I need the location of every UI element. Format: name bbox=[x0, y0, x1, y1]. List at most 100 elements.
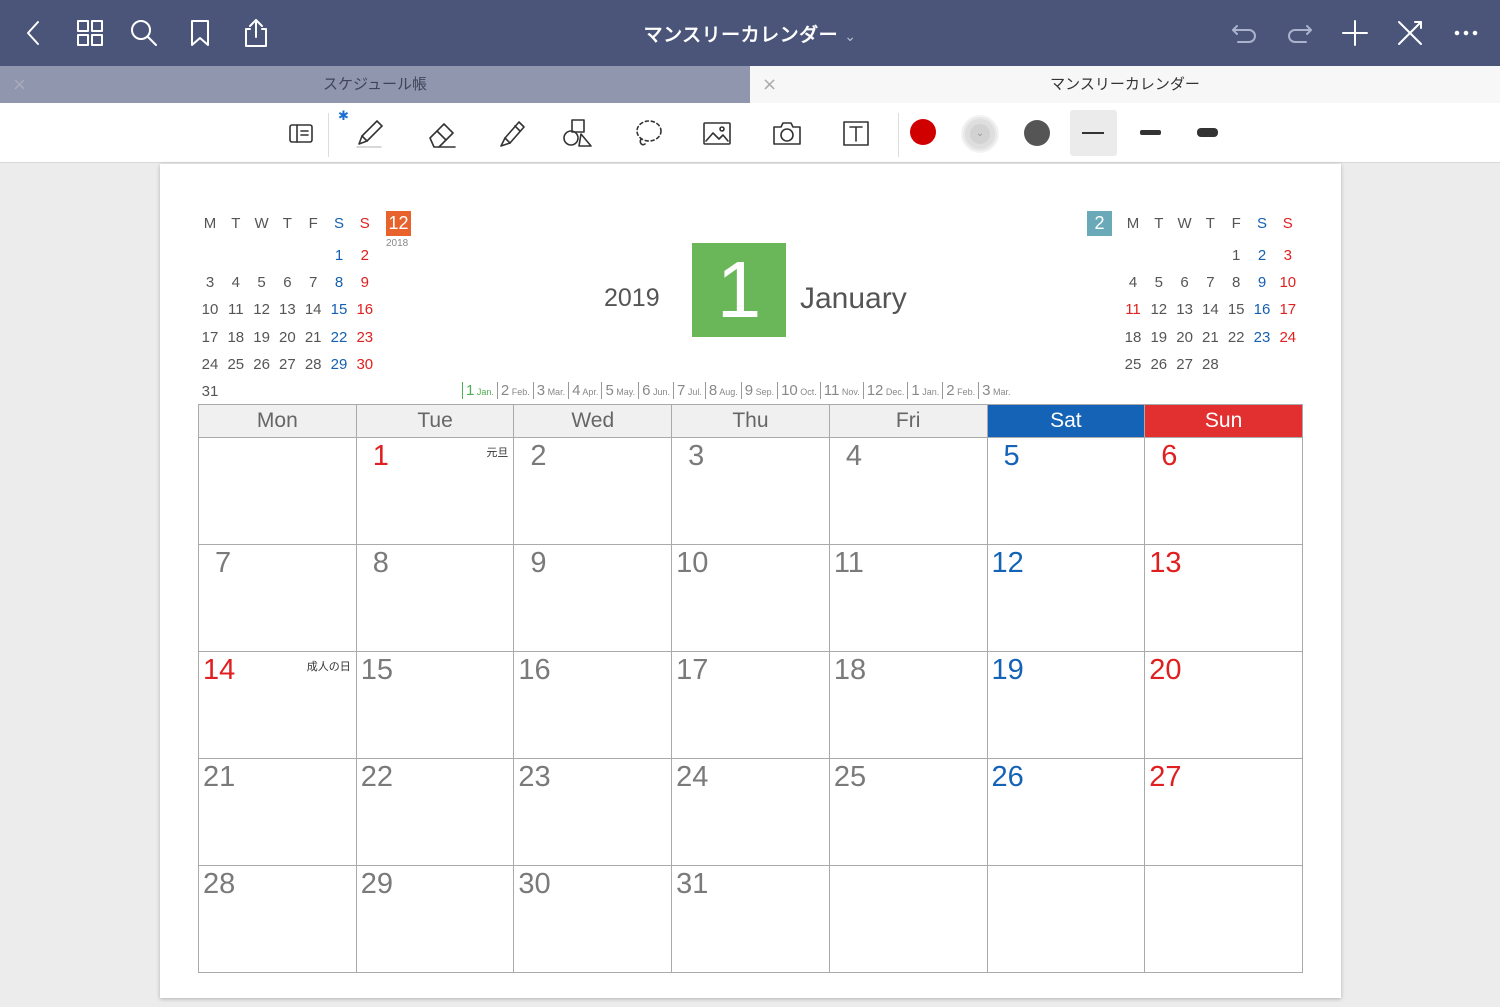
tab-monthly-calendar[interactable]: × マンスリーカレンダー bbox=[750, 66, 1500, 103]
month-nav-item[interactable]: 2 Feb. bbox=[496, 382, 533, 399]
calendar-day-cell[interactable]: 23 bbox=[513, 758, 673, 866]
monthly-calendar-grid: Mon Tue Wed Thu Fri Sat Sun 1 元旦 2 3 4 5 6 7 8 9 10 11 12 1… bbox=[198, 404, 1303, 973]
month-nav-item[interactable]: 8 Aug. bbox=[704, 382, 741, 399]
calendar-day-cell[interactable] bbox=[828, 865, 988, 973]
tools-close-icon[interactable] bbox=[1394, 16, 1426, 50]
month-nav-item[interactable]: 1 Jan. bbox=[907, 382, 943, 399]
calendar-day-cell[interactable]: 14 成人の日 bbox=[198, 651, 357, 759]
calendar-day-cell[interactable]: 6 bbox=[1144, 437, 1303, 545]
mini-weekday-letter: T bbox=[231, 215, 241, 232]
pen-tool-icon[interactable] bbox=[348, 113, 392, 153]
calendar-day-cell[interactable]: 3 bbox=[671, 437, 830, 545]
shapes-tool-icon[interactable] bbox=[556, 113, 600, 153]
medium-stroke-option[interactable] bbox=[1140, 130, 1161, 135]
month-nav-item[interactable]: 1 Jan. bbox=[462, 382, 497, 399]
month-nav-item[interactable]: 11 Nov. bbox=[819, 382, 863, 399]
read-only-mode-icon[interactable] bbox=[278, 113, 322, 153]
weekday-header-tue: Tue bbox=[355, 404, 515, 438]
camera-icon[interactable] bbox=[765, 113, 809, 153]
calendar-day-cell[interactable]: 26 bbox=[986, 758, 1146, 866]
mini-weekday-letter: W bbox=[254, 215, 269, 232]
mini-calendar-day: 25 bbox=[227, 355, 245, 373]
weekday-header-mon: Mon bbox=[198, 404, 357, 438]
tab-schedule-book[interactable]: × スケジュール帳 bbox=[0, 66, 750, 103]
month-nav-number: 1 bbox=[911, 382, 920, 399]
calendar-day-cell[interactable]: 21 bbox=[198, 758, 357, 866]
calendar-day-cell[interactable]: 8 bbox=[355, 544, 515, 652]
calendar-day-cell[interactable]: 18 bbox=[828, 651, 988, 759]
month-nav-item[interactable]: 10 Oct. bbox=[777, 382, 820, 399]
thin-stroke-option-selected[interactable] bbox=[1070, 110, 1117, 156]
mini-weekday-letter: M bbox=[1126, 215, 1140, 232]
calendar-day-cell[interactable] bbox=[986, 865, 1146, 973]
calendar-day-cell[interactable]: 30 bbox=[513, 865, 673, 973]
tab-close-icon[interactable]: × bbox=[762, 66, 777, 103]
calendar-day-cell[interactable]: 25 bbox=[828, 758, 988, 866]
calendar-day-cell[interactable]: 12 bbox=[986, 544, 1146, 652]
month-nav-item[interactable]: 7 Jul. bbox=[672, 382, 705, 399]
month-nav-item[interactable]: 2 Feb. bbox=[942, 382, 979, 399]
day-number: 10 bbox=[676, 547, 709, 579]
calendar-day-cell[interactable]: 28 bbox=[198, 865, 357, 973]
highlighter-tool-icon[interactable] bbox=[490, 113, 534, 153]
calendar-day-cell[interactable]: 20 bbox=[1144, 651, 1303, 759]
mini-calendar-day: 11 bbox=[1125, 301, 1141, 319]
weekday-header-wed: Wed bbox=[513, 404, 673, 438]
mini-weekday-letter: T bbox=[1205, 215, 1215, 232]
tab-close-icon[interactable]: × bbox=[12, 66, 27, 103]
calendar-day-cell[interactable] bbox=[1144, 865, 1303, 973]
month-nav-item[interactable]: 9 Sep. bbox=[740, 382, 778, 399]
calendar-day-cell[interactable]: 16 bbox=[513, 651, 673, 759]
month-nav-item[interactable]: 3 Mar. bbox=[978, 382, 1014, 399]
mini-calendar-day: 5 bbox=[257, 274, 266, 292]
calendar-day-cell[interactable]: 27 bbox=[1144, 758, 1303, 866]
month-nav-item[interactable]: 12 Dec. bbox=[862, 382, 908, 399]
top-navigation-bar: マンスリーカレンダー ⌄ bbox=[0, 0, 1500, 66]
month-nav-item[interactable]: 3 Mar. bbox=[532, 382, 569, 399]
calendar-page[interactable]: M T W T F S S 1 2 3 4 5 6 7 8 9 10 11 12 13 14 15 16 17 18 19 20 21… bbox=[160, 164, 1341, 998]
gray-color-swatch[interactable] bbox=[1024, 120, 1050, 146]
mini-calendar-day: 13 bbox=[279, 301, 296, 319]
month-nav-item[interactable]: 6 Jun. bbox=[638, 382, 673, 399]
day-number: 20 bbox=[1149, 654, 1182, 686]
calendar-day-cell[interactable]: 24 bbox=[671, 758, 830, 866]
more-options-icon[interactable] bbox=[1450, 16, 1482, 50]
calendar-day-cell[interactable]: 22 bbox=[355, 758, 515, 866]
mini-calendar-day: 26 bbox=[253, 355, 270, 373]
calendar-day-cell[interactable]: 4 bbox=[828, 437, 988, 545]
weekday-header-thu: Thu bbox=[671, 404, 830, 438]
calendar-day-cell[interactable]: 17 bbox=[671, 651, 830, 759]
day-number: 16 bbox=[518, 654, 551, 686]
document-title[interactable]: マンスリーカレンダー ⌄ bbox=[0, 20, 1500, 47]
calendar-day-cell[interactable]: 31 bbox=[671, 865, 830, 973]
red-color-swatch[interactable] bbox=[910, 119, 936, 145]
calendar-day-cell[interactable]: 11 bbox=[828, 544, 988, 652]
lasso-tool-icon[interactable] bbox=[626, 113, 670, 153]
selected-color-swatch[interactable]: ⌄ bbox=[961, 115, 999, 153]
redo-icon[interactable] bbox=[1284, 16, 1316, 50]
calendar-day-cell[interactable]: 13 bbox=[1144, 544, 1303, 652]
thick-stroke-option[interactable] bbox=[1197, 128, 1218, 137]
calendar-day-cell[interactable]: 5 bbox=[986, 437, 1146, 545]
calendar-day-cell[interactable]: 19 bbox=[986, 651, 1146, 759]
undo-icon[interactable] bbox=[1228, 16, 1260, 50]
mini-calendar-day: 5 bbox=[1154, 274, 1163, 292]
mini-calendar-day: 21 bbox=[304, 328, 322, 346]
image-insert-icon[interactable] bbox=[695, 113, 739, 153]
calendar-day-cell[interactable] bbox=[198, 437, 357, 545]
calendar-day-cell[interactable]: 9 bbox=[513, 544, 673, 652]
day-number: 3 bbox=[688, 440, 705, 472]
calendar-day-cell[interactable]: 7 bbox=[198, 544, 357, 652]
month-nav-item[interactable]: 4 Apr. bbox=[568, 382, 602, 399]
calendar-day-cell[interactable]: 1 元旦 bbox=[355, 437, 515, 545]
calendar-day-cell[interactable]: 2 bbox=[513, 437, 673, 545]
tab-label: スケジュール帳 bbox=[323, 75, 427, 93]
month-nav-item[interactable]: 5 May. bbox=[601, 382, 639, 399]
calendar-day-cell[interactable]: 15 bbox=[355, 651, 515, 759]
text-box-tool-icon[interactable] bbox=[834, 113, 878, 153]
day-number: 1 bbox=[372, 440, 389, 472]
eraser-tool-icon[interactable] bbox=[420, 113, 464, 153]
calendar-day-cell[interactable]: 10 bbox=[671, 544, 830, 652]
add-page-icon[interactable] bbox=[1339, 16, 1371, 50]
calendar-day-cell[interactable]: 29 bbox=[355, 865, 515, 973]
